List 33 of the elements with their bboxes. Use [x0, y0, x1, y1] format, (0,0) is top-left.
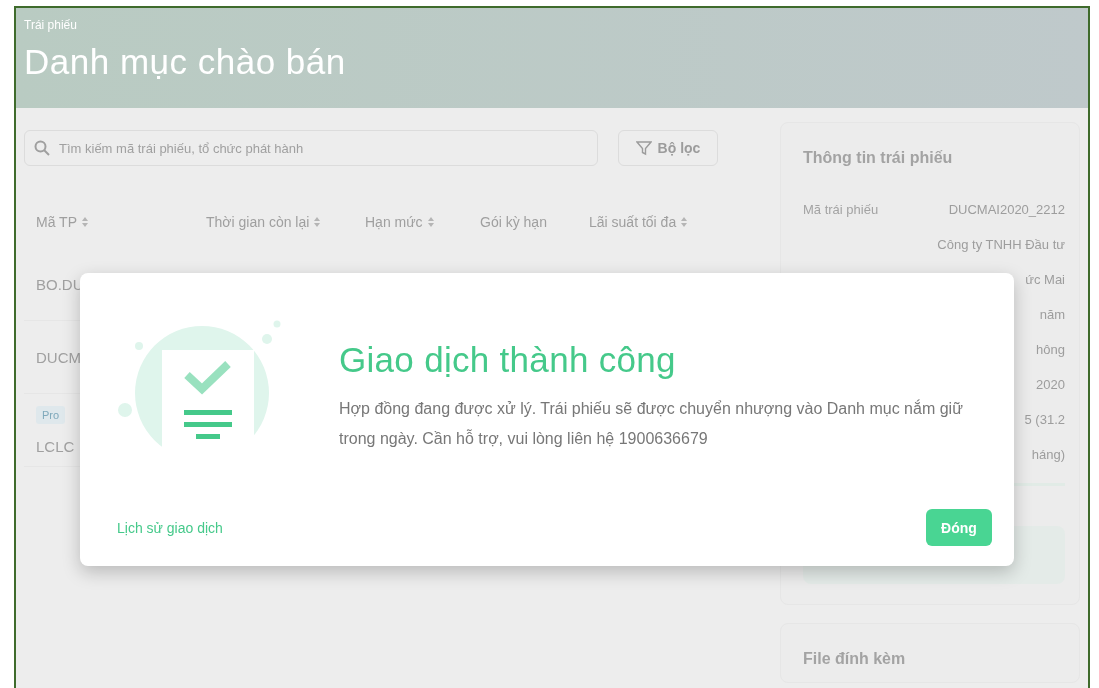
- column-header[interactable]: Gói kỳ hạn: [480, 214, 589, 230]
- tier-badge: Pro: [36, 405, 66, 424]
- filter-icon: [635, 140, 652, 156]
- info-label: Mã trái phiếu: [803, 201, 879, 217]
- info-value: DUCMAI2020_2212: [948, 201, 1065, 217]
- column-header[interactable]: Thời gian còn lại: [206, 214, 365, 230]
- close-button[interactable]: Đóng: [926, 509, 992, 546]
- info-value: Công ty TNHH Đầu tư: [937, 236, 1065, 252]
- sort-icon[interactable]: [680, 216, 689, 228]
- column-header[interactable]: Lãi suất tối đa: [589, 214, 749, 230]
- history-link[interactable]: Lịch sử giao dịch: [117, 519, 223, 536]
- info-value: ức Mai: [1025, 271, 1065, 287]
- sort-icon[interactable]: [426, 216, 435, 228]
- search-field[interactable]: Tìm kiếm mã trái phiếu, tổ chức phát hành: [24, 130, 598, 166]
- search-icon: [34, 140, 50, 156]
- column-header[interactable]: Hạn mức: [365, 214, 480, 230]
- sort-icon[interactable]: [81, 216, 89, 228]
- info-value: năm: [1039, 306, 1065, 322]
- card-title: File đính kèm: [803, 650, 906, 667]
- bond-code: DUCM: [36, 348, 81, 366]
- info-value: háng): [1031, 446, 1065, 462]
- filter-button[interactable]: Bộ lọc: [618, 130, 718, 166]
- bond-code: LCLC: [36, 437, 75, 455]
- breadcrumb[interactable]: Trái phiếu: [24, 18, 77, 32]
- info-value: hông: [1036, 341, 1065, 357]
- info-value: 5 (31.2: [1024, 411, 1065, 427]
- dialog-title: Giao dịch thành công: [339, 340, 677, 380]
- page-title: Danh mục chào bán: [24, 42, 346, 82]
- sort-icon[interactable]: [313, 216, 322, 228]
- info-value: 2020: [1036, 376, 1065, 392]
- card-title: Thông tin trái phiếu: [803, 149, 954, 167]
- column-header[interactable]: Mã TP: [36, 214, 206, 230]
- dialog-message: Hợp đồng đang được xử lý. Trái phiếu sẽ được chuyển nhượng vào Danh mục nắm giữ trong ngày. Cần hỗ trợ, vui lòng liên hệ 1900636679: [339, 398, 964, 449]
